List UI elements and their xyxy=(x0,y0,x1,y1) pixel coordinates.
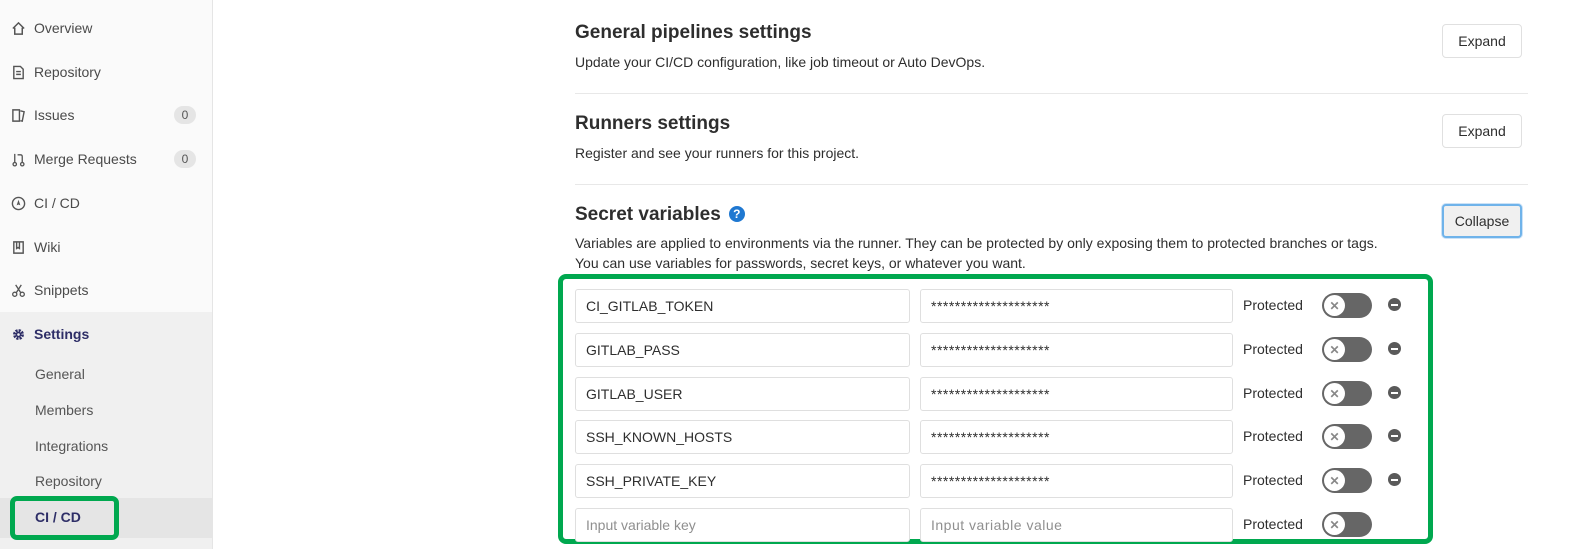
secret-variables-title: Secret variables? xyxy=(575,204,745,226)
sidebar-item-snippets[interactable]: Snippets xyxy=(0,268,212,312)
help-icon[interactable]: ? xyxy=(728,206,745,222)
new-variable-key-input[interactable]: Input variable key xyxy=(575,508,910,542)
sidebar-item-label: Overview xyxy=(34,20,93,36)
variable-key-input[interactable]: CI_GITLAB_TOKEN xyxy=(575,289,910,323)
book-icon xyxy=(10,239,26,255)
sidebar: Overview Repository Issues 0 Merge Reque… xyxy=(0,0,213,549)
sidebar-item-label: Snippets xyxy=(34,282,89,298)
sidebar-item-settings[interactable]: Settings xyxy=(0,312,212,356)
section-divider xyxy=(575,93,1528,94)
toggle-off-icon: ✕ xyxy=(1324,470,1345,491)
toggle-off-icon: ✕ xyxy=(1324,295,1345,316)
remove-variable-icon[interactable] xyxy=(1388,429,1401,442)
sidebar-item-issues[interactable]: Issues 0 xyxy=(0,93,212,137)
sidebar-item-ci-cd[interactable]: CI / CD xyxy=(0,181,212,225)
settings-sub-members[interactable]: Members xyxy=(35,402,93,418)
variable-value-input[interactable]: ******************** xyxy=(920,420,1233,454)
variable-value-input[interactable]: ******************** xyxy=(920,377,1233,411)
sidebar-item-label: Settings xyxy=(34,326,90,342)
secret-variables-title-text: Secret variables xyxy=(575,204,721,225)
scissors-icon xyxy=(10,282,26,298)
issues-icon xyxy=(10,107,26,123)
secret-variables-desc-line2: You can use variables for passwords, sec… xyxy=(575,255,1026,271)
protected-label: Protected xyxy=(1243,428,1303,444)
secrets-collapse-button[interactable]: Collapse xyxy=(1442,204,1522,238)
sidebar-item-label: Issues xyxy=(34,107,75,123)
section-divider xyxy=(575,184,1528,185)
protected-label: Protected xyxy=(1243,516,1303,532)
secret-variables-desc-line1: Variables are applied to environments vi… xyxy=(575,235,1378,251)
protected-toggle[interactable]: ✕ xyxy=(1322,512,1372,537)
sidebar-item-label: Repository xyxy=(34,64,101,80)
toggle-off-icon: ✕ xyxy=(1324,426,1345,447)
remove-variable-icon[interactable] xyxy=(1388,386,1401,399)
gear-icon xyxy=(10,326,26,342)
pipelines-settings-desc: Update your CI/CD configuration, like jo… xyxy=(575,54,986,70)
runners-expand-button[interactable]: Expand xyxy=(1442,114,1522,148)
protected-label: Protected xyxy=(1243,341,1303,357)
runners-settings-title: Runners settings xyxy=(575,113,731,134)
sidebar-item-label: Merge Requests xyxy=(34,151,137,167)
pipelines-expand-button[interactable]: Expand xyxy=(1442,24,1522,58)
toggle-off-icon: ✕ xyxy=(1324,383,1345,404)
variable-value-input[interactable]: ******************** xyxy=(920,289,1233,323)
new-variable-value-input[interactable]: Input variable value xyxy=(920,508,1233,542)
sidebar-item-label: CI / CD xyxy=(34,195,80,211)
sidebar-item-overview[interactable]: Overview xyxy=(0,6,212,50)
home-icon xyxy=(10,20,26,36)
ci-cd-highlight-box xyxy=(10,496,119,540)
pipelines-settings-title: General pipelines settings xyxy=(575,22,812,43)
protected-toggle[interactable]: ✕ xyxy=(1322,468,1372,493)
document-icon xyxy=(10,64,26,80)
variable-value-input[interactable]: ******************** xyxy=(920,464,1233,498)
variable-value-input[interactable]: ******************** xyxy=(920,333,1233,367)
protected-label: Protected xyxy=(1243,385,1303,401)
issues-count-badge: 0 xyxy=(174,106,196,124)
remove-variable-icon[interactable] xyxy=(1388,473,1401,486)
toggle-off-icon: ✕ xyxy=(1324,339,1345,360)
merge-request-icon xyxy=(10,151,26,167)
settings-sub-repository[interactable]: Repository xyxy=(35,473,102,489)
protected-toggle[interactable]: ✕ xyxy=(1322,424,1372,449)
runners-settings-desc: Register and see your runners for this p… xyxy=(575,145,860,161)
variable-key-input[interactable]: SSH_KNOWN_HOSTS xyxy=(575,420,910,454)
protected-toggle[interactable]: ✕ xyxy=(1322,293,1372,318)
protected-toggle[interactable]: ✕ xyxy=(1322,381,1372,406)
sidebar-item-wiki[interactable]: Wiki xyxy=(0,225,212,269)
sidebar-item-merge-requests[interactable]: Merge Requests 0 xyxy=(0,137,212,181)
remove-variable-icon[interactable] xyxy=(1388,342,1401,355)
merge-requests-count-badge: 0 xyxy=(174,150,196,168)
protected-label: Protected xyxy=(1243,297,1303,313)
rocket-icon xyxy=(10,195,26,211)
toggle-off-icon: ✕ xyxy=(1324,514,1345,535)
protected-toggle[interactable]: ✕ xyxy=(1322,337,1372,362)
variable-key-input[interactable]: GITLAB_PASS xyxy=(575,333,910,367)
settings-sub-general[interactable]: General xyxy=(35,366,85,382)
protected-label: Protected xyxy=(1243,472,1303,488)
variable-key-input[interactable]: GITLAB_USER xyxy=(575,377,910,411)
settings-sub-integrations[interactable]: Integrations xyxy=(35,438,108,454)
variable-key-input[interactable]: SSH_PRIVATE_KEY xyxy=(575,464,910,498)
sidebar-item-label: Wiki xyxy=(34,239,61,255)
remove-variable-icon[interactable] xyxy=(1388,298,1401,311)
sidebar-item-repository[interactable]: Repository xyxy=(0,50,212,94)
